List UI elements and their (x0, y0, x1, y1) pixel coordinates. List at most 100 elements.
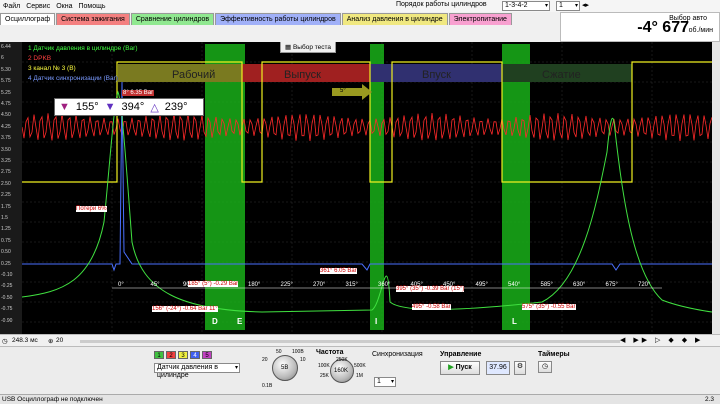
band-e-label: E (237, 317, 243, 326)
angle-readout: Выбор авто -4° 677 об./мин (560, 12, 720, 42)
play-icon: ▶ (448, 364, 454, 371)
band-i-label: I (375, 317, 377, 326)
stroke-compression-label: Сжатие (542, 69, 581, 81)
degree-tick: 630° (573, 282, 586, 288)
y-tick: -0.75 (1, 306, 13, 313)
degree-tick: 675° (606, 282, 619, 288)
y-tick: 2.25 (1, 192, 11, 199)
angle-2: 394° (121, 101, 145, 113)
test-select[interactable]: ▦ Выбор теста (280, 42, 337, 53)
freq-title: Частота (316, 349, 344, 356)
annotation-peak-left: 8° 6.35 Bar (122, 90, 155, 96)
y-tick: -0.25 (1, 283, 13, 290)
control-panel: 1 2 3 4 5 Датчик давления в цилиндре ▾ 50… (0, 346, 720, 394)
degree-tick: 495° (476, 282, 489, 288)
zoom-value[interactable]: 20 (56, 337, 63, 344)
timer-icon[interactable]: ◷ (538, 361, 552, 373)
cylinder-order-select[interactable]: 1-3-4-2 ▾ (502, 1, 550, 11)
status-bar: USB Осциллограф не подключен 2.3 (0, 394, 720, 404)
tab-cyl-compare[interactable]: Сравнение цилиндров (130, 13, 215, 25)
annotation-185: 185° (5°) -0.29 Bar (188, 281, 239, 287)
y-tick: 6 (1, 55, 4, 62)
degree-tick: 315° (346, 282, 359, 288)
channel-chip-3[interactable]: 3 (178, 351, 188, 359)
timebase-icon[interactable]: ◷ (2, 337, 8, 345)
y-tick: 1.25 (1, 226, 11, 233)
y-tick: 5.75 (1, 78, 11, 85)
start-button[interactable]: ▶ Пуск (440, 361, 480, 375)
degree-tick: 45° (151, 282, 161, 288)
range-label-0-1v: 0.1В (262, 383, 273, 389)
y-axis-labels: 6.44 6 5.30 5.75 5.25 4.75 4.50 4.25 3.75 3.50 3.2… (0, 42, 22, 334)
cylinder-order-label: Порядок работы цилиндров (396, 1, 487, 8)
channel-chip-4[interactable]: 4 (190, 351, 200, 359)
sync-title: Синхронизация (372, 351, 423, 358)
y-tick: 1.75 (1, 203, 11, 210)
vertical-scrollbar[interactable] (712, 42, 720, 334)
tab-pressure-analysis[interactable]: Анализ давления в цилиндре (341, 13, 448, 25)
angle-unit: об./мин (688, 27, 713, 34)
horizontal-scrollbar[interactable] (80, 340, 620, 343)
spin-icon[interactable]: ◂▸ (582, 1, 589, 9)
status-right: 2.3 (704, 396, 714, 403)
y-tick: 3.25 (1, 158, 11, 164)
tab-ignition[interactable]: Система зажигания (56, 13, 130, 25)
y-tick: 4.25 (1, 123, 11, 130)
chevron-down-icon: ▾ (544, 3, 548, 9)
chevron-down-icon: ▾ (234, 365, 238, 371)
annotation-156: 156° (-24°) -0.64 Bar 11° (152, 306, 218, 312)
menu-windows[interactable]: Окна (53, 3, 75, 10)
degree-tick: 720° (638, 282, 651, 288)
degree-tick: 270° (313, 282, 326, 288)
oscilloscope-plot[interactable]: Рабочий Выпуск Впуск Сжатие 0°45°90°135°… (22, 42, 712, 334)
menu-help[interactable]: Помощь (75, 3, 108, 10)
range-value: 5В (281, 365, 289, 371)
range-label-50: 50 (276, 349, 282, 355)
tab-oscilloscope[interactable]: Осциллограф (0, 13, 56, 25)
legend-ch3[interactable]: 3 канал № 3 (В) (28, 64, 138, 74)
menu-service[interactable]: Сервис (23, 3, 53, 10)
channel-chip-5[interactable]: 5 (202, 351, 212, 359)
value-display[interactable]: 37.96 (486, 361, 510, 375)
stroke-exhaust-label: Выпуск (284, 69, 321, 81)
y-tick: 1.5 (1, 215, 8, 221)
legend-ch4[interactable]: 4 Датчик синхронизации (Bar) (28, 74, 138, 84)
y-tick: 0.75 (1, 237, 11, 244)
tab-cyl-efficiency[interactable]: Эффективность работы цилиндров (215, 13, 341, 25)
channel-chip-2[interactable]: 2 (166, 351, 176, 359)
stroke-intake-label: Впуск (422, 69, 451, 81)
y-tick: -0.50 (1, 294, 13, 301)
channel-legend: 1 Датчик давления в цилиндре (Bar) 2 DPK… (28, 44, 138, 84)
freq-100k: 100K (318, 363, 330, 369)
freq-500k: 500K (354, 363, 366, 369)
legend-ch1[interactable]: 1 Датчик давления в цилиндре (Bar) (28, 44, 138, 54)
band-d-label: D (212, 317, 218, 326)
menu-file[interactable]: Файл (0, 3, 23, 10)
channel-sensor-select[interactable]: Датчик давления в цилиндре ▾ (154, 363, 240, 379)
waveform-svg: Рабочий Выпуск Впуск Сжатие 0°45°90°135°… (22, 42, 712, 334)
funnel-icon: ▼ (59, 101, 70, 113)
angle-value: -4° 677 (637, 19, 689, 36)
legend-ch2[interactable]: 2 DPKB (28, 54, 138, 64)
funnel-icon: ▼ (104, 101, 116, 113)
y-tick: 3.75 (1, 135, 11, 142)
settings-icon[interactable]: ⚙ (514, 361, 526, 375)
tab-power[interactable]: Электропитание (448, 13, 512, 25)
channel-chip-1[interactable]: 1 (154, 351, 164, 359)
y-tick: 4.75 (1, 101, 11, 107)
zoom-icon[interactable]: ⊕ (48, 337, 53, 345)
annotation-495: 495° -0.58 Bar (412, 304, 451, 310)
cylinder-select[interactable]: 1 ▾ (556, 1, 580, 11)
band-e (235, 44, 245, 330)
tdc-marker (332, 84, 372, 100)
timebase-value[interactable]: 248.3 мс (12, 337, 38, 344)
degree-tick: 0° (118, 282, 124, 288)
annotation-395: 395° (35°) -0.39 Bar (15°) (396, 286, 465, 292)
band-l-label: L (512, 317, 517, 326)
playback-controls[interactable]: ◀ ▶▶ ▷ ◆ ◆ ▶ (620, 336, 703, 344)
stroke-work-label: Рабочий (172, 69, 215, 81)
y-tick: -0.10 (1, 272, 13, 278)
sync-select[interactable]: 1 ▾ (374, 377, 396, 387)
time-toolbar: ◷ 248.3 мс ⊕ 20 ◀ ▶▶ ▷ ◆ ◆ ▶ (0, 334, 720, 346)
chevron-down-icon: ▾ (574, 3, 578, 9)
